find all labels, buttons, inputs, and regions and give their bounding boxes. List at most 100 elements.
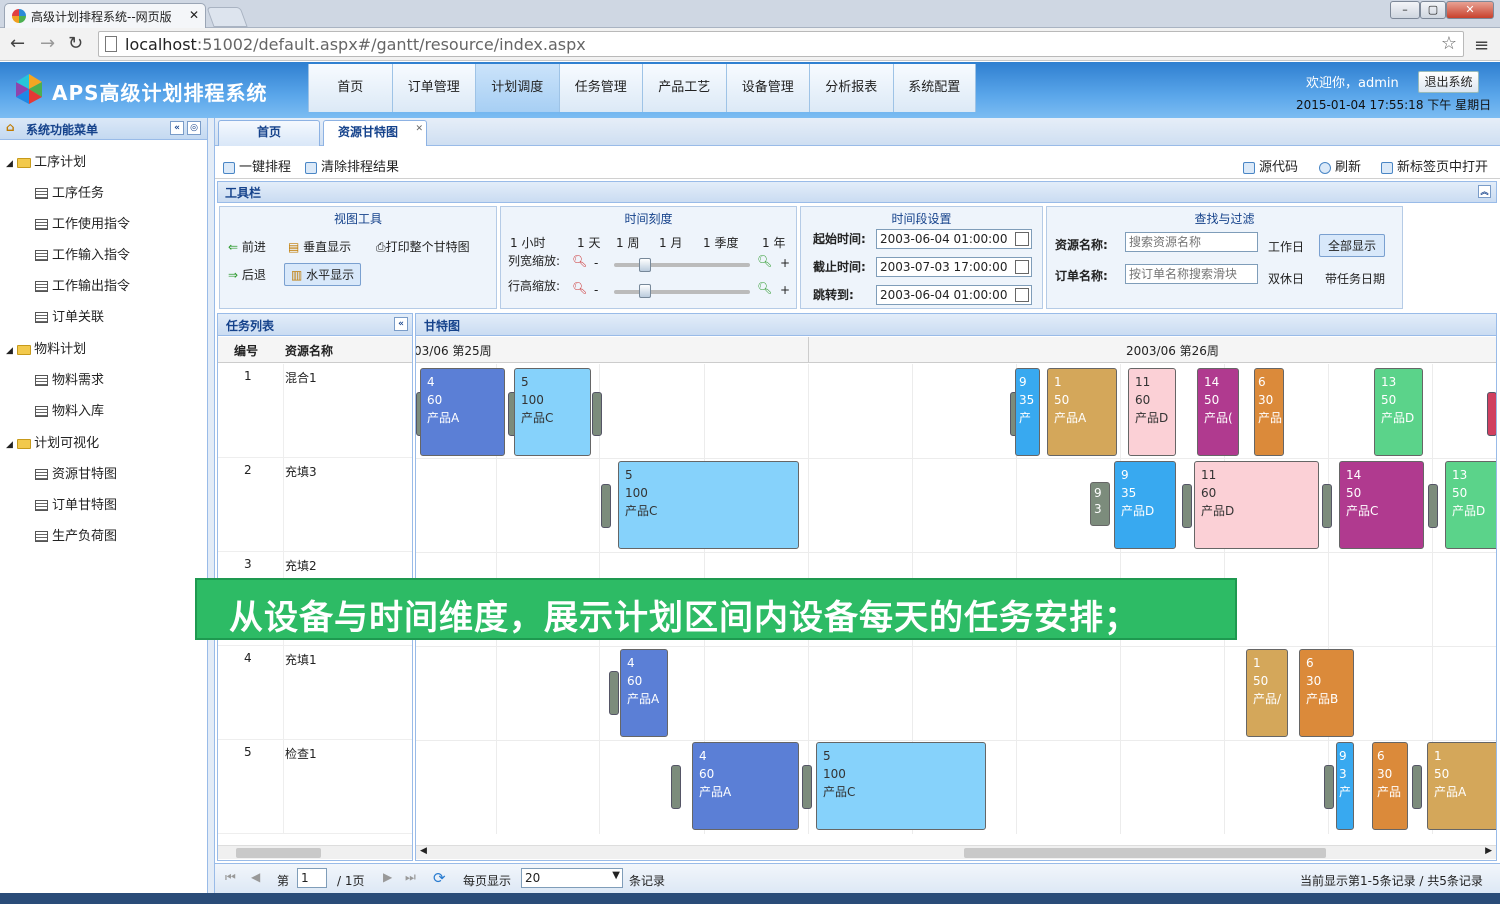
forward-button[interactable]: ⇐ 前进 <box>228 238 266 255</box>
scroll-right-icon[interactable]: ▶ <box>1485 846 1492 856</box>
scroll-thumb[interactable] <box>964 848 1326 858</box>
scroll-left-icon[interactable]: ◀ <box>420 846 427 856</box>
tree-group-visual[interactable]: ◢ 计划可视化 <box>0 432 207 463</box>
prev-page-icon[interactable]: ◀ <box>251 870 260 884</box>
gantt-task-bar[interactable]: 6 30 产品 <box>1372 742 1408 830</box>
tree-item-load-chart[interactable]: 生产负荷图 <box>0 525 207 556</box>
task-handle[interactable] <box>671 765 681 809</box>
close-window-button[interactable]: ✕ <box>1446 1 1494 19</box>
sidebar-splitter[interactable] <box>208 118 215 904</box>
first-page-icon[interactable]: ⏮ <box>225 870 236 885</box>
order-search-input[interactable] <box>1125 264 1258 284</box>
end-time-input[interactable]: 2003-07-03 17:00:00 <box>876 257 1032 277</box>
collapse-list-icon[interactable]: « <box>394 317 408 331</box>
horizontal-view-button[interactable]: ▥ 水平显示 <box>284 263 362 286</box>
start-time-input[interactable]: 2003-06-04 01:00:00 <box>876 229 1032 249</box>
table-row[interactable]: 5 检查1 <box>218 740 412 834</box>
reload-icon[interactable]: ⟳ <box>433 869 446 887</box>
per-page-select[interactable]: 20 ▼ <box>521 868 623 888</box>
tree-item-input-orders[interactable]: 工作输入指令 <box>0 244 207 275</box>
nav-equipment[interactable]: 设备管理 <box>725 64 809 112</box>
sidebar-tool-icon[interactable]: ◎ <box>187 121 201 135</box>
open-new-tab-button[interactable]: 新标签页中打开 <box>1381 156 1488 175</box>
scroll-thumb[interactable] <box>236 848 321 858</box>
close-tab-icon[interactable]: ✕ <box>189 8 199 22</box>
gantt-task-bar[interactable]: 13 50 产品D <box>1445 461 1496 549</box>
last-page-icon[interactable]: ⏭ <box>405 870 416 885</box>
scale-quarter[interactable]: 1 季度 <box>703 234 738 251</box>
task-handle[interactable] <box>802 765 812 809</box>
nav-scheduling[interactable]: 计划调度 <box>475 64 559 112</box>
scale-year[interactable]: 1 年 <box>762 234 785 251</box>
tree-item-material-inbound[interactable]: 物料入库 <box>0 400 207 431</box>
task-handle[interactable] <box>1324 765 1334 809</box>
tree-item-material-demand[interactable]: 物料需求 <box>0 369 207 400</box>
collapse-toolbar-icon[interactable]: ︽ <box>1478 185 1491 198</box>
gantt-task-bar[interactable]: 11 60 产品D <box>1194 461 1319 549</box>
tree-item-order-gantt[interactable]: 订单甘特图 <box>0 494 207 525</box>
scale-hour[interactable]: 1 小时 <box>510 234 545 251</box>
column-id[interactable]: 编号 <box>234 342 258 359</box>
nav-tasks[interactable]: 任务管理 <box>558 64 642 112</box>
back-icon[interactable]: ← <box>10 33 25 54</box>
gantt-task-bar[interactable]: 6 30 产品 <box>1254 368 1284 456</box>
task-handle[interactable] <box>592 392 602 436</box>
gantt-task-bar[interactable]: 4 60 产品A <box>692 742 799 830</box>
task-handle[interactable] <box>1428 484 1438 528</box>
show-all-button[interactable]: 全部显示 <box>1319 234 1386 257</box>
calendar-icon[interactable] <box>1015 232 1029 246</box>
task-handle[interactable] <box>1412 765 1422 809</box>
new-tab-button[interactable] <box>206 7 248 27</box>
table-row[interactable]: 2 充填3 <box>218 458 412 552</box>
workday-toggle[interactable]: 工作日 <box>1268 238 1304 255</box>
tree-item-usage-orders[interactable]: 工作使用指令 <box>0 213 207 244</box>
tree-item-order-link[interactable]: 订单关联 <box>0 306 207 337</box>
gantt-task-bar[interactable]: 13 50 产品D <box>1374 368 1423 456</box>
gantt-scrollbar[interactable]: ◀ ▶ <box>416 845 1496 859</box>
reload-icon[interactable]: ↻ <box>68 33 83 54</box>
tree-item-process-tasks[interactable]: 工序任务 <box>0 182 207 213</box>
task-handle[interactable] <box>601 484 611 528</box>
gantt-task-bar[interactable]: 4 60 产品A <box>420 368 505 456</box>
gantt-task-bar[interactable]: 9 3 <box>1090 482 1110 526</box>
gantt-task-bar[interactable]: 11 60 产品D <box>1128 368 1176 456</box>
one-click-schedule-button[interactable]: 一键排程 <box>223 156 291 175</box>
column-zoom-slider[interactable] <box>614 263 750 267</box>
column-resource-name[interactable]: 资源名称 <box>285 342 333 359</box>
zoom-in-icon[interactable]: 🔍︎ <box>757 281 772 295</box>
zoom-out-icon[interactable]: 🔍︎ <box>572 281 587 295</box>
scale-month[interactable]: 1 月 <box>659 234 682 251</box>
row-zoom-handle[interactable] <box>639 284 651 298</box>
gantt-task-bar[interactable]: 1 50 产品A <box>1427 742 1496 830</box>
page-input[interactable]: 1 <box>297 868 327 888</box>
task-handle[interactable] <box>1182 484 1192 528</box>
jump-to-input[interactable]: 2003-06-04 01:00:00 <box>876 285 1032 305</box>
tree-group-material[interactable]: ◢ 物料计划 <box>0 338 207 369</box>
tab-home[interactable]: 首页 <box>218 120 320 146</box>
zoom-out-icon[interactable]: 🔍︎ <box>572 254 587 268</box>
weekend-toggle[interactable]: 双休日 <box>1268 270 1304 287</box>
tree-item-output-orders[interactable]: 工作输出指令 <box>0 275 207 306</box>
next-page-icon[interactable]: ▶ <box>383 870 392 884</box>
gantt-task-bar[interactable]: 4 60 产品A <box>620 649 668 737</box>
gantt-task-bar[interactable]: 14 50 产品C <box>1339 461 1424 549</box>
row-zoom-slider[interactable] <box>614 290 750 294</box>
gantt-task-bar[interactable]: 14 50 产品( <box>1197 368 1239 456</box>
nav-process[interactable]: 产品工艺 <box>642 64 726 112</box>
tree-group-process[interactable]: ◢ 工序计划 <box>0 151 207 182</box>
task-handle[interactable] <box>609 671 619 715</box>
bookmark-star-icon[interactable]: ☆ <box>1441 33 1457 54</box>
scale-week[interactable]: 1 周 <box>616 234 639 251</box>
url-input[interactable]: localhost:51002/default.aspx#/gantt/reso… <box>98 31 1464 57</box>
calendar-icon[interactable] <box>1015 260 1029 274</box>
task-handle[interactable] <box>1322 484 1332 528</box>
collapse-sidebar-icon[interactable]: « <box>170 121 184 135</box>
gantt-task-bar[interactable]: 9 35 产品D <box>1114 461 1176 549</box>
nav-reports[interactable]: 分析报表 <box>809 64 893 112</box>
tab-resource-gantt[interactable]: 资源甘特图 ✕ <box>323 120 427 146</box>
vertical-view-button[interactable]: ▤ 垂直显示 <box>288 238 351 255</box>
gantt-task-bar[interactable]: 1 50 产品A <box>1047 368 1117 456</box>
gantt-task-bar[interactable]: 5 100 产品C <box>618 461 799 549</box>
zoom-in-icon[interactable]: 🔍︎ <box>757 254 772 268</box>
table-row[interactable]: 1 混合1 <box>218 364 412 458</box>
